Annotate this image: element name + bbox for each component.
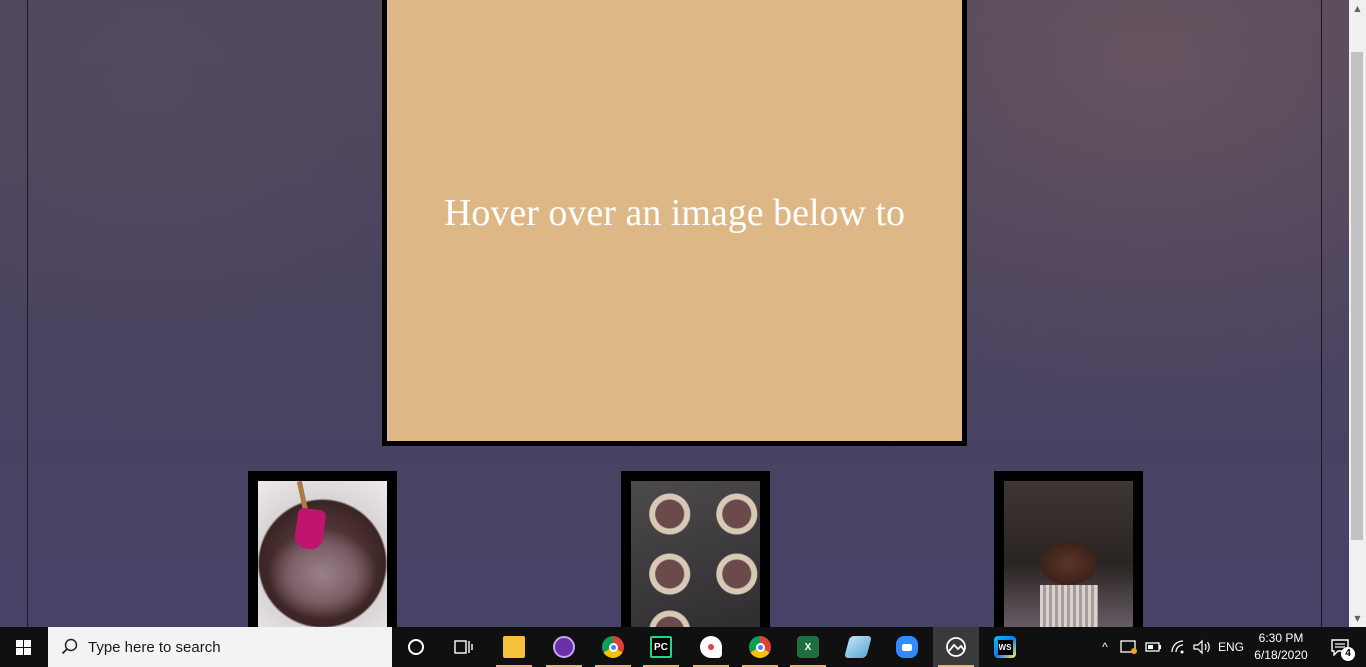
excel-icon: X [797,636,819,658]
thumbnail-image-3[interactable] [994,471,1143,627]
chrome-button[interactable] [590,627,636,667]
search-placeholder: Type here to search [88,639,221,656]
security-icon[interactable] [1118,627,1140,667]
task-view-button[interactable] [440,627,486,667]
hover-instruction-text: Hover over an image below to [443,192,906,234]
webstorm-button[interactable]: WS [982,627,1028,667]
windows-logo-icon [16,640,32,655]
left-border-line [27,0,28,627]
photos-icon [946,637,966,657]
show-hidden-icons-chevron-icon[interactable]: ^ [1096,627,1114,667]
cupcake-tin-photo [631,481,760,627]
zoom-button[interactable] [884,627,930,667]
purple-app-icon [553,636,575,658]
windows-taskbar: Type here to search PC X WS ^ ENG 6:30 P… [0,627,1366,667]
spatula [293,507,327,551]
scrollbar-thumb[interactable] [1351,52,1363,540]
purple-app-button[interactable] [541,627,587,667]
task-view-icon [454,640,473,654]
page-viewport: Hover over an image below to [0,0,1349,627]
thumbnail-image-1[interactable] [248,471,397,627]
taskbar-clock[interactable]: 6:30 PM 6/18/2020 [1248,630,1314,664]
chrome-icon [602,636,624,658]
taskbar-search-box[interactable]: Type here to search [48,627,392,667]
paint-icon [700,636,722,658]
cortana-button[interactable] [393,627,439,667]
clock-date: 6/18/2020 [1254,648,1308,662]
zoom-icon [896,636,918,658]
thumbnail-image-2[interactable] [621,471,770,627]
notes-icon [844,636,872,658]
vertical-scrollbar[interactable]: ▲ ▼ [1349,0,1366,627]
right-border-line [1321,0,1322,627]
frosted-cupcake-photo [1004,481,1133,627]
chrome-button-2[interactable] [737,627,783,667]
notification-count-badge: 4 [1341,647,1355,661]
volume-icon[interactable] [1191,627,1213,667]
start-button[interactable] [0,627,48,667]
chrome-icon [749,636,771,658]
pycharm-button[interactable]: PC [638,627,684,667]
cortana-icon [408,639,424,655]
file-explorer-icon [503,636,525,658]
excel-button[interactable]: X [785,627,831,667]
scroll-down-arrow-icon[interactable]: ▼ [1349,610,1366,627]
file-explorer-button[interactable] [491,627,537,667]
battery-icon[interactable] [1143,627,1165,667]
scroll-up-arrow-icon[interactable]: ▲ [1349,0,1366,17]
cupcake-liner [1040,585,1098,627]
pycharm-icon: PC [650,636,672,658]
image-preview-box: Hover over an image below to [382,0,967,446]
language-indicator[interactable]: ENG [1216,627,1246,667]
search-icon [61,638,78,655]
spatula-handle [296,481,309,512]
batter-bowl-photo [258,481,387,627]
photos-button[interactable] [933,627,979,667]
wifi-icon[interactable] [1168,627,1190,667]
notes-button[interactable] [835,627,881,667]
action-center-button[interactable]: 4 [1318,627,1366,667]
webstorm-icon: WS [994,636,1016,658]
clock-time: 6:30 PM [1258,631,1304,645]
paint-button[interactable] [688,627,734,667]
